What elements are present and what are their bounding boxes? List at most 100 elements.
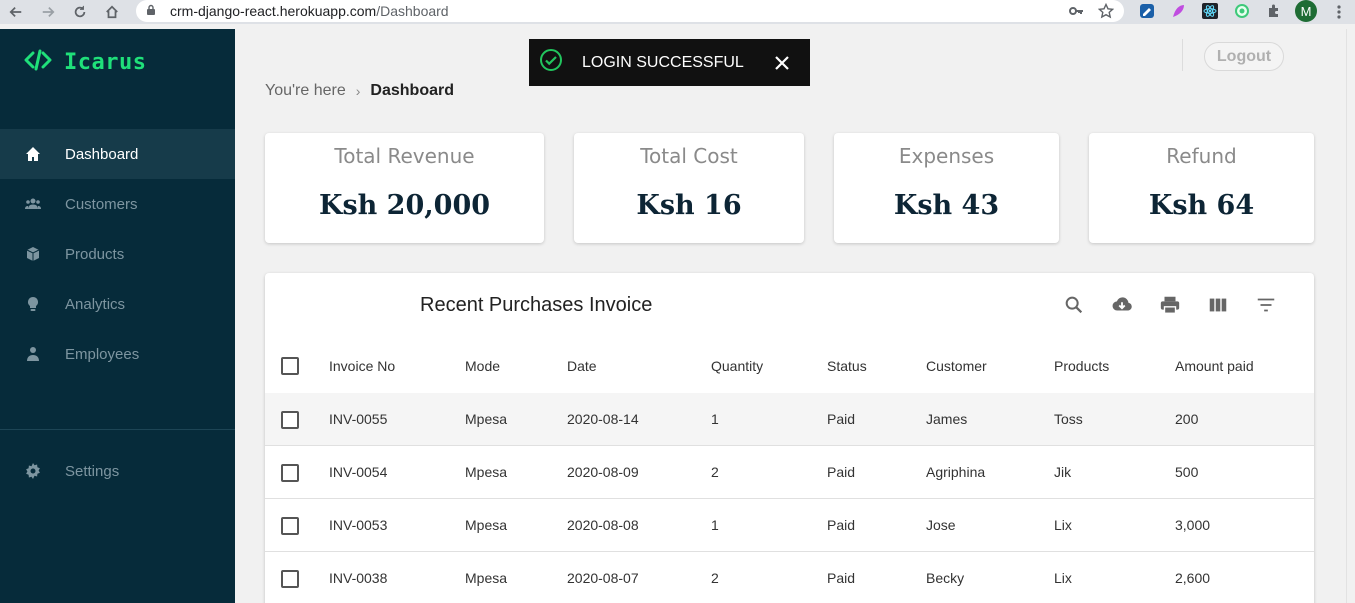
- star-icon[interactable]: [1097, 2, 1115, 24]
- table-row[interactable]: INV-0055 Mpesa 2020-08-14 1 Paid James T…: [265, 393, 1314, 446]
- cell-customer: Jose: [926, 517, 956, 533]
- check-circle-icon: [539, 48, 563, 77]
- sidebar-item-analytics[interactable]: Analytics: [0, 279, 235, 329]
- cell-invoice: INV-0054: [329, 464, 388, 480]
- sidebar-item-label: Products: [65, 245, 125, 263]
- filter-list-icon[interactable]: [1254, 293, 1278, 317]
- page-scrollbar[interactable]: [1346, 29, 1355, 603]
- home-browser-icon[interactable]: [100, 0, 124, 24]
- table-row[interactable]: INV-0053 Mpesa 2020-08-08 1 Paid Jose Li…: [265, 499, 1314, 552]
- cell-mode: Mpesa: [465, 517, 508, 533]
- column-header-mode[interactable]: Mode: [465, 333, 500, 398]
- home-icon: [24, 145, 42, 163]
- stat-card-cost: Total Cost Ksh 16: [574, 133, 804, 243]
- column-header-quantity[interactable]: Quantity: [711, 333, 763, 398]
- close-icon[interactable]: [772, 53, 792, 73]
- breadcrumb-prefix: You're here: [265, 82, 346, 99]
- profile-avatar[interactable]: M: [1295, 0, 1317, 22]
- print-icon[interactable]: [1158, 293, 1182, 317]
- column-header-customer[interactable]: Customer: [926, 333, 987, 398]
- brand-logo[interactable]: Icarus: [24, 49, 146, 76]
- cell-date: 2020-08-07: [567, 570, 639, 586]
- brand-name: Icarus: [64, 50, 147, 75]
- box-icon: [24, 245, 42, 263]
- column-header-status[interactable]: Status: [827, 333, 867, 398]
- stat-card-refund: Refund Ksh 64: [1089, 133, 1314, 243]
- column-header-amount[interactable]: Amount paid: [1175, 333, 1254, 398]
- stat-value: Ksh 64: [1148, 190, 1255, 221]
- sidebar-item-customers[interactable]: Customers: [0, 179, 235, 229]
- extension-circle-icon[interactable]: [1232, 1, 1252, 21]
- lightbulb-icon: [24, 295, 42, 313]
- row-checkbox[interactable]: [281, 411, 299, 429]
- search-icon[interactable]: [1062, 293, 1086, 317]
- cell-status: Paid: [827, 570, 856, 586]
- sidebar-item-label: Customers: [65, 195, 138, 213]
- cell-date: 2020-08-09: [567, 464, 639, 480]
- stat-title: Expenses: [898, 144, 995, 168]
- reload-icon[interactable]: [68, 0, 92, 24]
- cell-customer: James: [926, 411, 968, 427]
- extensions-puzzle-icon[interactable]: [1264, 1, 1284, 21]
- browser-menu-icon[interactable]: [1332, 2, 1346, 22]
- sidebar-item-products[interactable]: Products: [0, 229, 235, 279]
- cell-date: 2020-08-08: [567, 517, 639, 533]
- sidebar-item-settings[interactable]: Settings: [0, 446, 235, 496]
- cell-products: Toss: [1054, 411, 1083, 427]
- sidebar-divider: [0, 429, 235, 430]
- code-icon: [24, 49, 52, 76]
- extension-feather-icon[interactable]: [1168, 1, 1188, 21]
- logout-button[interactable]: Logout: [1204, 42, 1284, 71]
- table-row[interactable]: INV-0054 Mpesa 2020-08-09 2 Paid Agriphi…: [265, 446, 1314, 499]
- extension-edit-icon[interactable]: [1137, 1, 1157, 21]
- cell-amount: 500: [1175, 464, 1199, 480]
- back-icon[interactable]: [4, 0, 28, 24]
- sidebar-item-label: Dashboard: [65, 145, 139, 163]
- cell-quantity: 2: [711, 464, 719, 480]
- row-checkbox[interactable]: [281, 517, 299, 535]
- table-header-row: Invoice No Mode Date Quantity Status Cus…: [265, 333, 1314, 399]
- cell-status: Paid: [827, 464, 856, 480]
- cloud-download-icon[interactable]: [1110, 293, 1134, 317]
- cell-invoice: INV-0055: [329, 411, 388, 427]
- person-icon: [24, 345, 42, 363]
- column-header-invoice[interactable]: Invoice No: [329, 333, 395, 398]
- extension-react-icon[interactable]: [1200, 1, 1220, 21]
- gear-icon: [24, 462, 42, 480]
- stat-card-revenue: Total Revenue Ksh 20,000: [265, 133, 544, 243]
- people-icon: [24, 195, 42, 213]
- cell-mode: Mpesa: [465, 464, 508, 480]
- stat-value: Ksh 20,000: [318, 190, 491, 221]
- url-path: /Dashboard: [376, 3, 449, 19]
- toast-message: LOGIN SUCCESSFUL: [582, 53, 744, 71]
- sidebar-item-dashboard[interactable]: Dashboard: [0, 129, 235, 179]
- cell-customer: Becky: [926, 570, 965, 586]
- cell-mode: Mpesa: [465, 411, 508, 427]
- cell-products: Lix: [1054, 517, 1072, 533]
- url-text: crm-django-react.herokuapp.com/Dashboard: [170, 3, 449, 19]
- stat-title: Total Cost: [640, 144, 738, 168]
- forward-icon[interactable]: [36, 0, 60, 24]
- select-all-checkbox[interactable]: [281, 357, 299, 375]
- key-icon[interactable]: [1068, 3, 1084, 24]
- column-header-products[interactable]: Products: [1054, 333, 1109, 398]
- cell-customer: Agriphina: [926, 464, 986, 480]
- address-bar[interactable]: crm-django-react.herokuapp.com/Dashboard: [136, 0, 1124, 22]
- row-checkbox[interactable]: [281, 570, 299, 588]
- breadcrumb-separator: ›: [355, 83, 361, 99]
- cell-amount: 3,000: [1175, 517, 1211, 533]
- view-columns-icon[interactable]: [1206, 293, 1230, 317]
- column-header-date[interactable]: Date: [567, 333, 597, 398]
- cell-amount: 2,600: [1175, 570, 1211, 586]
- table-row[interactable]: INV-0038 Mpesa 2020-08-07 2 Paid Becky L…: [265, 552, 1314, 603]
- sidebar-item-label: Analytics: [65, 295, 126, 313]
- url-host: crm-django-react.herokuapp.com: [170, 3, 377, 19]
- login-toast: LOGIN SUCCESSFUL: [529, 39, 810, 86]
- topbar-divider: [1182, 39, 1183, 71]
- cell-quantity: 2: [711, 570, 719, 586]
- row-checkbox[interactable]: [281, 464, 299, 482]
- sidebar-item-label: Employees: [65, 345, 140, 363]
- cell-products: Lix: [1054, 570, 1072, 586]
- sidebar-item-employees[interactable]: Employees: [0, 329, 235, 379]
- lock-icon: [146, 2, 156, 20]
